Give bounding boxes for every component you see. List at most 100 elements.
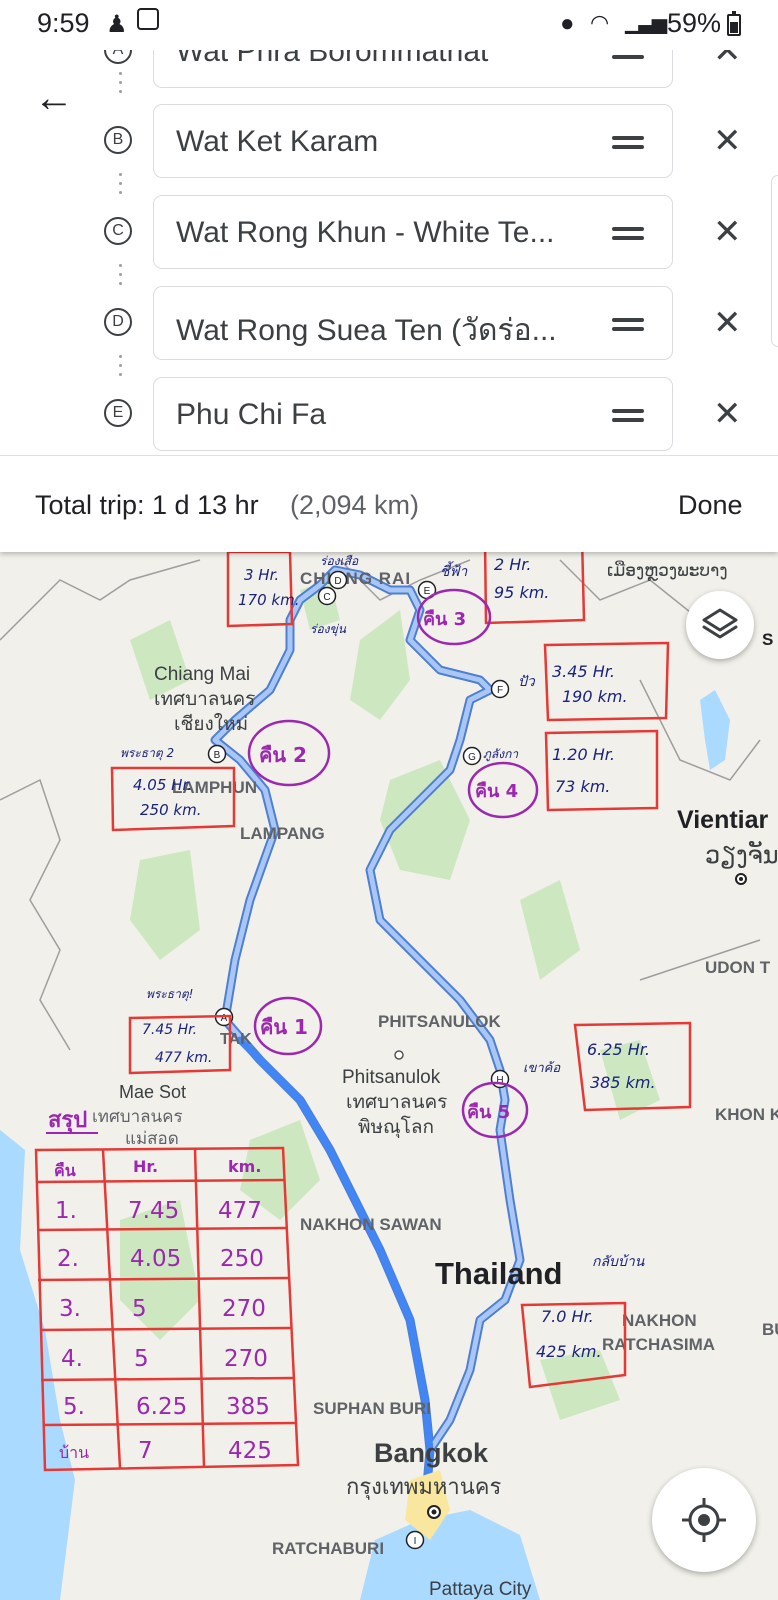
label-chiang-rai: CHIANG RAI	[300, 569, 411, 588]
drag-handle-icon[interactable]	[612, 318, 644, 331]
stop-letter-icon: B	[104, 126, 132, 154]
summary-cell: 7.45	[128, 1198, 179, 1224]
label-vientiane: Vientiar	[677, 806, 769, 834]
label-vientiane-lao: ວຽງຈັນ	[705, 841, 778, 869]
remove-stop-icon[interactable]: ✕	[713, 394, 742, 434]
summary-cell: 5	[134, 1346, 149, 1372]
total-trip-distance: (2,094 km)	[290, 490, 420, 520]
stop-field[interactable]: Wat Ket Karam	[153, 104, 673, 178]
drag-handle-icon[interactable]	[612, 136, 644, 149]
wifi-icon: ◠	[590, 10, 610, 35]
svg-text:C: C	[323, 592, 330, 603]
svg-text:D: D	[334, 576, 341, 587]
label-nakhon: NAKHON	[622, 1311, 697, 1330]
svg-text:B: B	[214, 750, 221, 761]
label-phitsanulok-th1: เทศบาลนคร	[346, 1092, 447, 1113]
svg-text:I: I	[414, 1536, 417, 1547]
drag-handle-icon[interactable]	[612, 227, 644, 240]
label-bu: BU	[762, 1320, 778, 1339]
label-suphan-buri: SUPHAN BURI	[313, 1399, 431, 1418]
stop-row-c: C Wat Rong Khun - White Te... ✕	[0, 195, 778, 271]
note-d4-day: คืน 4	[475, 781, 518, 802]
label-ratchasima: RATCHASIMA	[602, 1335, 715, 1354]
label-phitsanulok: Phitsanulok	[342, 1067, 441, 1088]
note-d3b-km: 95 km.	[494, 583, 549, 602]
note-d2-wat: พระธาตุ 2	[120, 746, 174, 761]
label-nakhon-sawan: NAKHON SAWAN	[300, 1215, 442, 1234]
label-udon: UDON T	[705, 958, 771, 977]
label-bangkok-th: กรุงเทพมหานคร	[346, 1474, 502, 1500]
summary-cell: 250	[220, 1246, 264, 1272]
stop-field[interactable]: Wat Rong Khun - White Te...	[153, 195, 673, 269]
waypoint-g[interactable]: G	[462, 746, 482, 766]
summary-cell: 7	[138, 1438, 153, 1464]
note-d3b-time: 2 Hr.	[494, 555, 532, 574]
layers-icon	[702, 608, 738, 639]
summary-header-night: คืน	[54, 1161, 76, 1180]
map-view[interactable]: CHIANG RAI Chiang Mai เทศบาลนคร เชียงใหม…	[0, 552, 778, 1600]
note-h-name: เขาค้อ	[523, 1061, 561, 1076]
stop-field[interactable]: Wat Rong Suea Ten (วัดร่อ...	[153, 286, 673, 360]
stop-letter-icon: D	[104, 308, 132, 336]
summary-cell: 1.	[55, 1198, 77, 1224]
label-khon-kaen: KHON K	[715, 1105, 778, 1124]
status-time: 9:59	[37, 8, 90, 38]
waypoint-b[interactable]: B	[207, 744, 227, 764]
connector-dots	[119, 72, 123, 99]
note-f-name: ปัว	[518, 674, 536, 690]
stop-letter-icon: C	[104, 217, 132, 245]
remove-stop-icon[interactable]: ✕	[713, 121, 742, 161]
note-rongsuea: ร่องเสือ	[320, 554, 359, 568]
waypoint-i[interactable]: I	[405, 1530, 425, 1550]
summary-cell: 385	[226, 1394, 270, 1420]
my-location-button[interactable]	[652, 1468, 756, 1572]
label-pattaya: Pattaya City	[429, 1579, 532, 1600]
status-bar: 9:59 ♟ ● ◠ ▁▃▅ 59%	[0, 0, 778, 50]
my-location-icon	[682, 1498, 726, 1542]
summary-cell: 477	[218, 1198, 262, 1224]
remove-stop-icon[interactable]: ✕	[713, 212, 742, 252]
waypoint-d[interactable]: D	[328, 570, 348, 590]
label-mae-sot-th1: เทศบาลนคร	[92, 1107, 183, 1126]
svg-text:G: G	[468, 752, 476, 763]
label-mae-sot-th2: แม่สอด	[125, 1129, 179, 1148]
stop-row-d: D Wat Rong Suea Ten (วัดร่อ... ✕	[0, 286, 778, 362]
stop-row-b: B Wat Ket Karam ✕	[0, 104, 778, 180]
summary-cell: 3.	[59, 1296, 81, 1322]
summary-cell: 270	[224, 1346, 268, 1372]
drag-handle-icon[interactable]	[612, 409, 644, 422]
note-d2-time: 4.05 Hr.	[133, 776, 192, 794]
note-g-km: 73 km.	[555, 777, 610, 796]
waypoint-c[interactable]: C	[317, 586, 337, 606]
summary-cell: 2.	[57, 1246, 79, 1272]
layers-button[interactable]	[686, 591, 754, 659]
note-d3-km: 170 km.	[238, 591, 299, 609]
note-f-km: 190 km.	[562, 687, 628, 706]
note-d2-km: 250 km.	[140, 801, 201, 819]
note-f-time: 3.45 Hr.	[552, 662, 615, 681]
note-home-km: 425 km.	[536, 1342, 602, 1361]
summary-cell: บ้าน	[59, 1443, 89, 1462]
stop-name: Wat Rong Suea Ten (วัดร่อ...	[176, 314, 557, 347]
directions-panel: ← A Wat Phra Borommathat ✕ B Wat Ket Kar…	[0, 0, 778, 552]
note-d2-day: คืน 2	[259, 743, 307, 767]
waypoint-f[interactable]: F	[490, 679, 510, 699]
done-button[interactable]: Done	[678, 490, 743, 521]
note-d1-time: 7.45 Hr.	[142, 1022, 197, 1038]
stop-letter-icon: E	[104, 399, 132, 427]
note-home-time: 7.0 Hr.	[541, 1307, 594, 1326]
stop-field[interactable]: Phu Chi Fa	[153, 377, 673, 451]
battery-percent: 59%	[667, 8, 722, 38]
stop-name: Wat Rong Khun - White Te...	[176, 216, 555, 249]
screenshot-icon	[137, 8, 159, 30]
note-d5-day: คืน 5	[467, 1102, 510, 1123]
battery-icon	[727, 11, 741, 36]
note-g-name: ภูลังกา	[483, 747, 519, 762]
remove-stop-icon[interactable]: ✕	[713, 303, 742, 343]
note-home-name: กลับบ้าน	[592, 1254, 645, 1270]
signal-icon: ▁▃▅	[625, 12, 667, 34]
total-trip-time: Total trip: 1 d 13 hr	[35, 490, 259, 520]
note-d1-km: 477 km.	[155, 1050, 212, 1066]
summary-cell: 5.	[63, 1394, 85, 1420]
svg-text:A: A	[221, 1013, 228, 1024]
